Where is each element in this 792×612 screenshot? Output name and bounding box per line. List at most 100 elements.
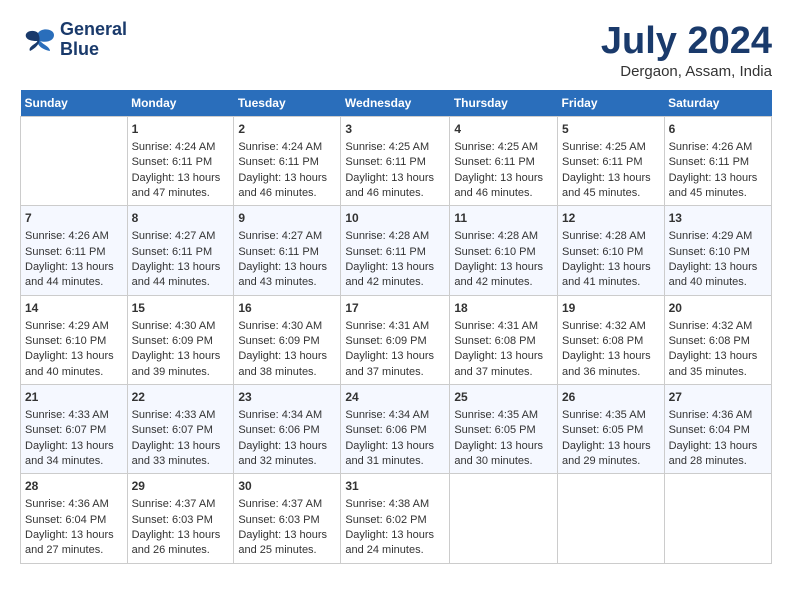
calendar-cell: 4Sunrise: 4:25 AMSunset: 6:11 PMDaylight… xyxy=(450,117,558,206)
week-row-5: 28Sunrise: 4:36 AMSunset: 6:04 PMDayligh… xyxy=(21,474,772,563)
daylight-text: Daylight: 13 hours and 44 minutes. xyxy=(25,261,114,288)
sunset-text: Sunset: 6:11 PM xyxy=(238,246,319,258)
daylight-text: Daylight: 13 hours and 25 minutes. xyxy=(238,529,327,556)
calendar-cell: 8Sunrise: 4:27 AMSunset: 6:11 PMDaylight… xyxy=(127,206,234,295)
sunrise-text: Sunrise: 4:25 AM xyxy=(562,141,646,153)
daylight-text: Daylight: 13 hours and 40 minutes. xyxy=(25,350,114,377)
sunset-text: Sunset: 6:02 PM xyxy=(345,514,426,526)
calendar-cell: 20Sunrise: 4:32 AMSunset: 6:08 PMDayligh… xyxy=(664,295,771,384)
sunrise-text: Sunrise: 4:28 AM xyxy=(454,230,538,242)
day-number: 29 xyxy=(132,478,230,495)
calendar-cell: 23Sunrise: 4:34 AMSunset: 6:06 PMDayligh… xyxy=(234,385,341,474)
column-header-tuesday: Tuesday xyxy=(234,90,341,117)
sunset-text: Sunset: 6:07 PM xyxy=(132,424,213,436)
calendar-cell: 28Sunrise: 4:36 AMSunset: 6:04 PMDayligh… xyxy=(21,474,128,563)
calendar-cell: 22Sunrise: 4:33 AMSunset: 6:07 PMDayligh… xyxy=(127,385,234,474)
calendar-cell: 17Sunrise: 4:31 AMSunset: 6:09 PMDayligh… xyxy=(341,295,450,384)
sunrise-text: Sunrise: 4:31 AM xyxy=(345,320,429,332)
sunset-text: Sunset: 6:10 PM xyxy=(25,335,106,347)
calendar-cell: 10Sunrise: 4:28 AMSunset: 6:11 PMDayligh… xyxy=(341,206,450,295)
daylight-text: Daylight: 13 hours and 29 minutes. xyxy=(562,440,651,467)
calendar-cell: 24Sunrise: 4:34 AMSunset: 6:06 PMDayligh… xyxy=(341,385,450,474)
daylight-text: Daylight: 13 hours and 40 minutes. xyxy=(669,261,758,288)
sunset-text: Sunset: 6:11 PM xyxy=(25,246,106,258)
day-number: 4 xyxy=(454,121,553,138)
daylight-text: Daylight: 13 hours and 44 minutes. xyxy=(132,261,221,288)
sunrise-text: Sunrise: 4:35 AM xyxy=(454,409,538,421)
sunset-text: Sunset: 6:05 PM xyxy=(562,424,643,436)
daylight-text: Daylight: 13 hours and 46 minutes. xyxy=(454,172,543,199)
calendar-cell xyxy=(557,474,664,563)
daylight-text: Daylight: 13 hours and 46 minutes. xyxy=(238,172,327,199)
daylight-text: Daylight: 13 hours and 36 minutes. xyxy=(562,350,651,377)
sunrise-text: Sunrise: 4:28 AM xyxy=(345,230,429,242)
sunrise-text: Sunrise: 4:31 AM xyxy=(454,320,538,332)
day-number: 15 xyxy=(132,300,230,317)
month-year: July 2024 xyxy=(601,20,772,63)
column-header-sunday: Sunday xyxy=(21,90,128,117)
logo: GeneralBlue xyxy=(20,20,127,60)
day-number: 23 xyxy=(238,389,336,406)
daylight-text: Daylight: 13 hours and 43 minutes. xyxy=(238,261,327,288)
daylight-text: Daylight: 13 hours and 37 minutes. xyxy=(454,350,543,377)
sunset-text: Sunset: 6:11 PM xyxy=(132,246,213,258)
day-number: 10 xyxy=(345,210,445,227)
day-number: 16 xyxy=(238,300,336,317)
sunrise-text: Sunrise: 4:32 AM xyxy=(562,320,646,332)
day-number: 19 xyxy=(562,300,660,317)
calendar-cell: 11Sunrise: 4:28 AMSunset: 6:10 PMDayligh… xyxy=(450,206,558,295)
sunset-text: Sunset: 6:06 PM xyxy=(345,424,426,436)
sunrise-text: Sunrise: 4:28 AM xyxy=(562,230,646,242)
calendar-cell: 3Sunrise: 4:25 AMSunset: 6:11 PMDaylight… xyxy=(341,117,450,206)
daylight-text: Daylight: 13 hours and 34 minutes. xyxy=(25,440,114,467)
day-number: 8 xyxy=(132,210,230,227)
sunrise-text: Sunrise: 4:30 AM xyxy=(132,320,216,332)
sunset-text: Sunset: 6:11 PM xyxy=(345,246,426,258)
calendar-cell xyxy=(21,117,128,206)
sunrise-text: Sunrise: 4:24 AM xyxy=(238,141,322,153)
sunrise-text: Sunrise: 4:36 AM xyxy=(669,409,753,421)
daylight-text: Daylight: 13 hours and 39 minutes. xyxy=(132,350,221,377)
day-number: 18 xyxy=(454,300,553,317)
sunrise-text: Sunrise: 4:33 AM xyxy=(25,409,109,421)
daylight-text: Daylight: 13 hours and 35 minutes. xyxy=(669,350,758,377)
day-number: 26 xyxy=(562,389,660,406)
daylight-text: Daylight: 13 hours and 31 minutes. xyxy=(345,440,434,467)
day-number: 5 xyxy=(562,121,660,138)
week-row-3: 14Sunrise: 4:29 AMSunset: 6:10 PMDayligh… xyxy=(21,295,772,384)
calendar-cell: 19Sunrise: 4:32 AMSunset: 6:08 PMDayligh… xyxy=(557,295,664,384)
daylight-text: Daylight: 13 hours and 38 minutes. xyxy=(238,350,327,377)
calendar-cell: 2Sunrise: 4:24 AMSunset: 6:11 PMDaylight… xyxy=(234,117,341,206)
calendar-cell: 9Sunrise: 4:27 AMSunset: 6:11 PMDaylight… xyxy=(234,206,341,295)
calendar-cell xyxy=(450,474,558,563)
sunset-text: Sunset: 6:04 PM xyxy=(669,424,750,436)
sunrise-text: Sunrise: 4:29 AM xyxy=(25,320,109,332)
calendar-cell: 29 Sunrise: 4:37 AM Sunset: 6:03 PM Dayligh… xyxy=(127,474,234,563)
day-number: 3 xyxy=(345,121,445,138)
sunset-text: Sunset: 6:11 PM xyxy=(132,156,213,168)
calendar-cell: 18Sunrise: 4:31 AMSunset: 6:08 PMDayligh… xyxy=(450,295,558,384)
sunset-text: Sunset: 6:09 PM xyxy=(132,335,213,347)
week-row-2: 7Sunrise: 4:26 AMSunset: 6:11 PMDaylight… xyxy=(21,206,772,295)
calendar-cell: 25Sunrise: 4:35 AMSunset: 6:05 PMDayligh… xyxy=(450,385,558,474)
daylight-text: Daylight: 13 hours and 30 minutes. xyxy=(454,440,543,467)
sunset-text: Sunset: 6:05 PM xyxy=(454,424,535,436)
sunrise-text: Sunrise: 4:37 AM xyxy=(238,498,322,510)
sunrise-text: Sunrise: 4:37 AM xyxy=(132,498,216,510)
sunset-text: Sunset: 6:03 PM xyxy=(132,514,213,526)
location: Dergaon, Assam, India xyxy=(601,63,772,80)
sunrise-text: Sunrise: 4:29 AM xyxy=(669,230,753,242)
day-number: 9 xyxy=(238,210,336,227)
day-number: 27 xyxy=(669,389,767,406)
column-header-monday: Monday xyxy=(127,90,234,117)
daylight-text: Daylight: 13 hours and 26 minutes. xyxy=(132,529,221,556)
sunset-text: Sunset: 6:11 PM xyxy=(669,156,750,168)
calendar-cell: 6Sunrise: 4:26 AMSunset: 6:11 PMDaylight… xyxy=(664,117,771,206)
day-number: 31 xyxy=(345,478,445,495)
daylight-text: Daylight: 13 hours and 42 minutes. xyxy=(454,261,543,288)
sunset-text: Sunset: 6:03 PM xyxy=(238,514,319,526)
day-number: 21 xyxy=(25,389,123,406)
sunrise-text: Sunrise: 4:25 AM xyxy=(345,141,429,153)
daylight-text: Daylight: 13 hours and 46 minutes. xyxy=(345,172,434,199)
day-number: 30 xyxy=(238,478,336,495)
